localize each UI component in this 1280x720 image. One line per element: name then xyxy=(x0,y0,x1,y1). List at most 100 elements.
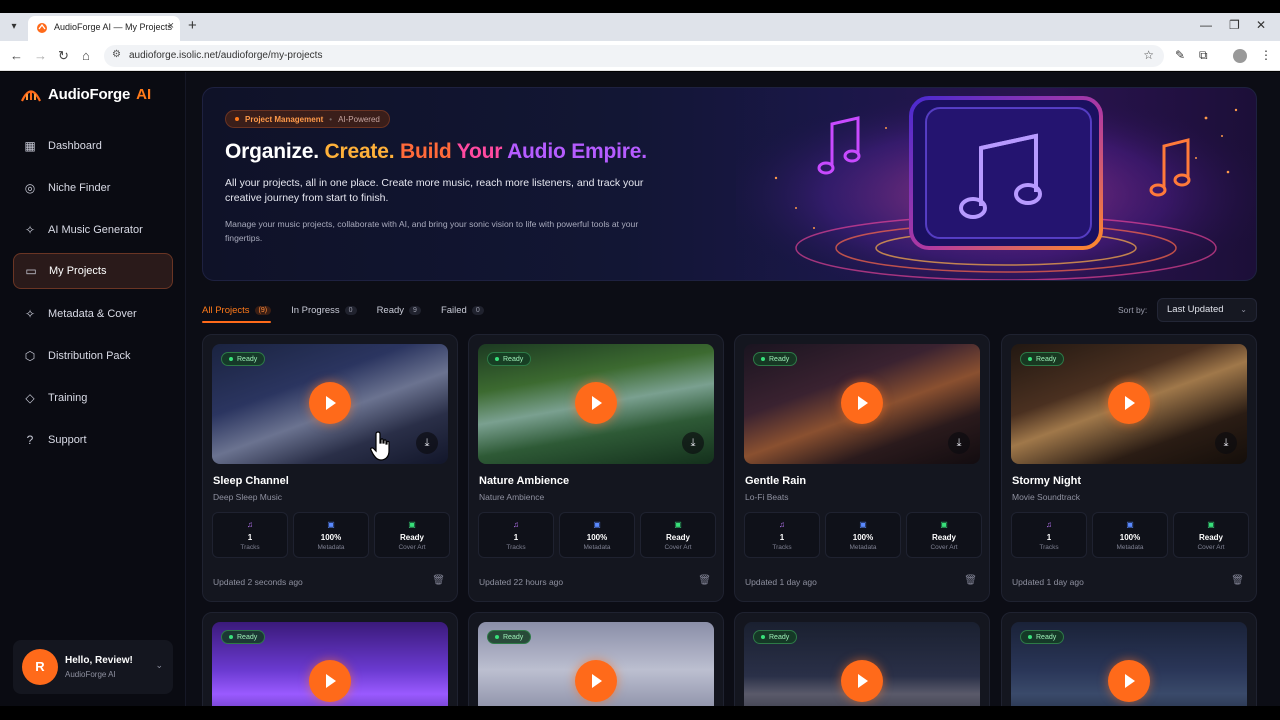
play-button[interactable] xyxy=(1108,382,1150,424)
sidebar-item-metadata-cover[interactable]: ✧ Metadata & Cover xyxy=(13,296,173,332)
play-button[interactable] xyxy=(841,382,883,424)
user-menu[interactable]: R Hello, Review! AudioForge AI ⌄ xyxy=(13,640,173,694)
play-icon xyxy=(592,674,602,688)
tab-failed[interactable]: Failed 0 xyxy=(441,300,484,320)
cover-thumbnail[interactable]: Ready ⤓ xyxy=(478,344,714,464)
cover-thumbnail[interactable]: Ready xyxy=(212,622,448,706)
status-badge: Ready xyxy=(221,352,266,366)
play-button[interactable] xyxy=(575,660,617,702)
project-card[interactable]: Ready ⤓ Gentle Rain Lo-Fi Beats ♫ 1 Tracks ▣ 100… xyxy=(734,334,990,602)
play-button[interactable] xyxy=(1108,660,1150,702)
browser-tab[interactable]: AudioForge AI — My Projects × xyxy=(28,16,180,41)
stat-label: Metadata xyxy=(849,544,877,551)
sidebar-item-support[interactable]: ? Support xyxy=(13,422,173,458)
cover-thumbnail[interactable]: Ready xyxy=(744,622,980,706)
project-card[interactable]: Ready xyxy=(468,612,724,706)
project-card[interactable]: Ready xyxy=(1001,612,1257,706)
star-icon[interactable]: ☆ xyxy=(1143,48,1154,62)
profile-icon[interactable] xyxy=(1233,49,1247,63)
trash-icon[interactable]: 🗑 xyxy=(698,575,711,586)
tab-all-projects[interactable]: All Projects (9) xyxy=(202,300,272,323)
download-icon[interactable]: ⤓ xyxy=(416,432,438,454)
sidebar-item-training[interactable]: ◇ Training xyxy=(13,380,173,416)
metadata-icon: ▣ xyxy=(327,520,335,529)
trash-icon[interactable]: 🗑 xyxy=(1231,575,1244,586)
status-dot xyxy=(761,635,765,639)
forward-icon[interactable]: → xyxy=(34,48,47,63)
sidebar-item-label: My Projects xyxy=(49,265,107,277)
tab-ready[interactable]: Ready 9 xyxy=(377,300,421,320)
sidebar-item-dashboard[interactable]: ▦ Dashboard xyxy=(13,128,173,164)
window-close-icon[interactable]: ✕ xyxy=(1256,18,1266,32)
sidebar-item-my-projects[interactable]: ▭ My Projects xyxy=(13,253,173,289)
updated-timestamp: Updated 2 seconds ago xyxy=(213,577,303,587)
project-card[interactable]: Ready xyxy=(734,612,990,706)
project-card[interactable]: Ready ⤓ Nature Ambience Nature Ambience ♫ 1 Tr… xyxy=(468,334,724,602)
screen: ▾ AudioForge AI — My Projects × + — ❐ ✕ … xyxy=(0,0,1280,720)
play-button[interactable] xyxy=(309,382,351,424)
reload-icon[interactable]: ↻ xyxy=(58,48,69,64)
sidebar-item-ai-music-generator[interactable]: ✧ AI Music Generator xyxy=(13,212,173,248)
cover-thumbnail[interactable]: Ready ⤓ xyxy=(1011,344,1247,464)
trash-icon[interactable]: 🗑 xyxy=(964,575,977,586)
logo[interactable]: AudioForge AI xyxy=(20,84,151,104)
status-badge: Ready xyxy=(753,630,798,644)
sidebar-item-distribution-pack[interactable]: ⬡ Distribution Pack xyxy=(13,338,173,374)
cover-thumbnail[interactable]: Ready xyxy=(478,622,714,706)
tab-close-icon[interactable]: × xyxy=(168,20,174,32)
address-bar[interactable]: ⚙ audioforge.isolic.net/audioforge/my-pr… xyxy=(104,45,1164,67)
minimize-icon[interactable]: — xyxy=(1200,18,1212,32)
tab-search-icon[interactable]: ▾ xyxy=(6,19,22,35)
project-card[interactable]: Ready ⤓ Sleep Channel Deep Sleep Music ♫ 1 Tra… xyxy=(202,334,458,602)
cover-thumbnail[interactable]: Ready ⤓ xyxy=(744,344,980,464)
metadata-icon: ▣ xyxy=(859,520,867,529)
download-icon[interactable]: ⤓ xyxy=(948,432,970,454)
project-genre: Deep Sleep Music xyxy=(213,492,282,502)
status-badge: Ready xyxy=(753,352,798,366)
stat-metadata: ▣ 100% Metadata xyxy=(1092,512,1168,558)
sort-select[interactable]: Last Updated ⌄ xyxy=(1157,298,1257,322)
package-icon: ⬡ xyxy=(24,349,36,363)
download-icon[interactable]: ⤓ xyxy=(682,432,704,454)
music-note-icon: ♫ xyxy=(513,520,519,529)
stat-value: Ready xyxy=(1198,533,1223,542)
stat-label: Cover Art xyxy=(398,544,426,551)
play-button[interactable] xyxy=(575,382,617,424)
maximize-icon[interactable]: ❐ xyxy=(1229,18,1240,32)
project-title: Gentle Rain xyxy=(745,475,807,487)
favicon-icon xyxy=(37,23,47,33)
hero-description: All your projects, all in one place. Cre… xyxy=(225,177,644,204)
status-dot xyxy=(229,635,233,639)
play-button[interactable] xyxy=(841,660,883,702)
cover-thumbnail[interactable]: Ready xyxy=(1011,622,1247,706)
project-title: Stormy Night xyxy=(1012,475,1082,487)
sidebar-item-label: Dashboard xyxy=(48,140,102,152)
home-icon[interactable]: ⌂ xyxy=(82,48,90,63)
cover-thumbnail[interactable]: Ready ⤓ xyxy=(212,344,448,464)
play-icon xyxy=(1125,396,1135,410)
url-text[interactable]: audioforge.isolic.net/audioforge/my-proj… xyxy=(129,50,322,61)
menu-icon[interactable]: ⋮ xyxy=(1260,48,1272,62)
help-icon: ? xyxy=(26,433,34,447)
stat-metadata: ▣ 100% Metadata xyxy=(559,512,635,558)
new-tab-button[interactable]: + xyxy=(188,17,197,34)
play-button[interactable] xyxy=(309,660,351,702)
sidebar-item-label: Niche Finder xyxy=(48,182,111,194)
site-info-icon[interactable]: ⚙ xyxy=(112,49,121,60)
compass-icon: ◎ xyxy=(24,181,36,195)
project-card[interactable]: Ready xyxy=(202,612,458,706)
play-icon xyxy=(326,674,336,688)
trash-icon[interactable]: 🗑 xyxy=(432,575,445,586)
pen-icon[interactable]: ✎ xyxy=(1175,48,1185,62)
back-icon[interactable]: ← xyxy=(10,48,23,63)
download-icon[interactable]: ⤓ xyxy=(1215,432,1237,454)
stat-label: Metadata xyxy=(317,544,345,551)
project-card[interactable]: Ready ⤓ Stormy Night Movie Soundtrack ♫ 1 Trac… xyxy=(1001,334,1257,602)
status-dot xyxy=(495,357,499,361)
extensions-icon[interactable]: ⧉ xyxy=(1199,48,1208,63)
stat-label: Cover Art xyxy=(930,544,958,551)
status-badge: Ready xyxy=(1020,630,1065,644)
music-note-icon: ♫ xyxy=(247,520,253,529)
sidebar-item-niche-finder[interactable]: ◎ Niche Finder xyxy=(13,170,173,206)
tab-in-progress[interactable]: In Progress 0 xyxy=(291,300,357,320)
